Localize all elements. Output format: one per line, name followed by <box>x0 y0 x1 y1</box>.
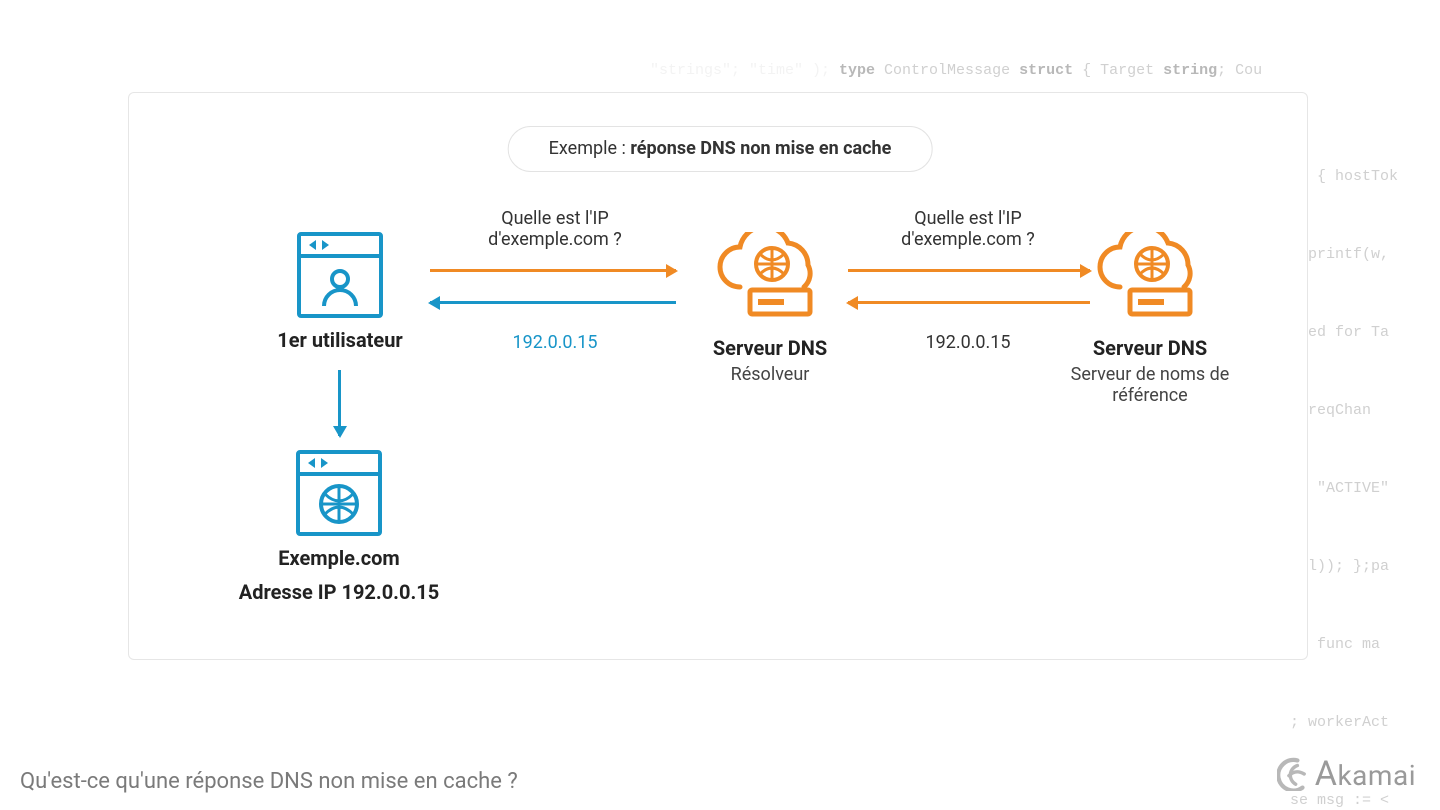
figure-caption: Qu'est-ce qu'une réponse DNS non mise en… <box>20 769 518 794</box>
site-title: Exemple.com <box>210 546 468 570</box>
brand-logo: Akamai <box>1277 754 1416 794</box>
browser-site-icon <box>296 450 382 536</box>
node-resolver: Serveur DNS Résolveur <box>680 232 860 385</box>
reply-resolver-to-user: 192.0.0.15 <box>445 332 665 353</box>
node-user: 1er utilisateur <box>260 232 420 352</box>
cloud-server-resolver-icon <box>710 232 830 322</box>
example-title-prefix: Exemple : <box>549 138 631 159</box>
reply-authoritative-to-resolver: 192.0.0.15 <box>858 332 1078 353</box>
cloud-server-authoritative-icon <box>1090 232 1210 322</box>
example-title-bold: réponse DNS non mise en cache <box>630 138 891 159</box>
node-site: Exemple.com Adresse IP 192.0.0.15 <box>210 450 468 604</box>
example-title-pill: Exemple : réponse DNS non mise en cache <box>508 126 933 172</box>
resolver-title: Serveur DNS <box>680 336 860 360</box>
background-code-right: t) { hostTok .Fprintf(w, sued for Ta { r… <box>1290 112 1440 810</box>
authoritative-subtitle: Serveur de noms de référence <box>1060 364 1240 406</box>
node-authoritative: Serveur DNS Serveur de noms de référence <box>1060 232 1240 406</box>
authoritative-title: Serveur DNS <box>1060 336 1240 360</box>
akamai-wave-icon <box>1277 757 1311 791</box>
user-title: 1er utilisateur <box>260 328 420 352</box>
site-subtitle: Adresse IP 192.0.0.15 <box>210 580 468 604</box>
brand-name: Akamai <box>1315 754 1416 794</box>
browser-user-icon <box>297 232 383 318</box>
query-resolver-to-authoritative: Quelle est l'IPd'exemple.com ? <box>858 208 1078 250</box>
query-user-to-resolver: Quelle est l'IPd'exemple.com ? <box>445 208 665 250</box>
globe-icon <box>318 483 360 525</box>
person-icon <box>320 266 360 306</box>
resolver-subtitle: Résolveur <box>680 364 860 385</box>
